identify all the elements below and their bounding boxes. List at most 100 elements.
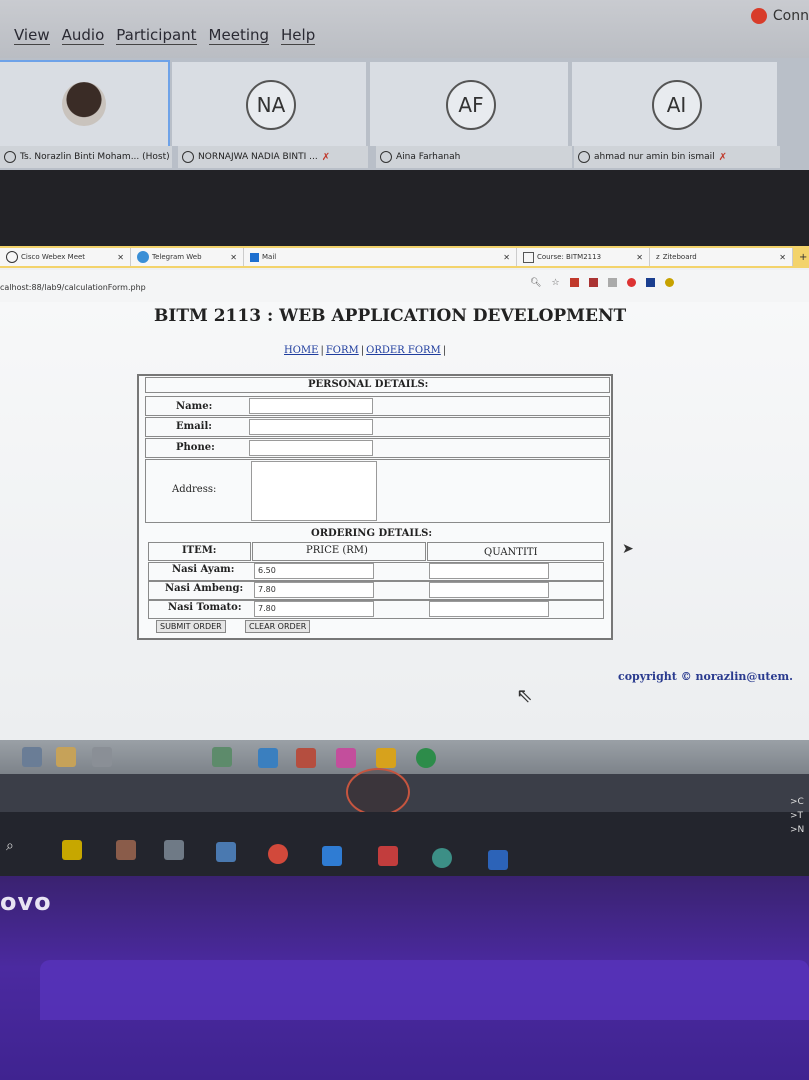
participant-name-host: Ts. Norazlin Binti Moham... (Host) bbox=[0, 146, 172, 168]
quantity-input[interactable] bbox=[429, 601, 549, 617]
extension-icon[interactable] bbox=[569, 278, 579, 287]
submit-order-button[interactable]: SUBMIT ORDER bbox=[156, 620, 226, 633]
participant-tile-na[interactable]: NA bbox=[172, 62, 366, 146]
file-explorer-icon[interactable] bbox=[62, 840, 82, 860]
photoshop-icon[interactable] bbox=[336, 748, 356, 768]
close-icon[interactable]: ✕ bbox=[222, 253, 237, 262]
tab-label: Ziteboard bbox=[662, 253, 697, 261]
spotify-icon[interactable] bbox=[416, 748, 436, 768]
extension-icon[interactable] bbox=[626, 278, 636, 287]
personal-details-header: PERSONAL DETAILS: bbox=[308, 379, 429, 390]
address-textarea[interactable] bbox=[251, 461, 377, 521]
app-icon[interactable] bbox=[296, 748, 316, 768]
participant-tile-host[interactable] bbox=[0, 60, 170, 148]
tab-mail[interactable]: Mail ✕ bbox=[244, 248, 517, 266]
ordering-details-header: ORDERING DETAILS: bbox=[311, 528, 433, 539]
email-input[interactable] bbox=[249, 419, 373, 435]
close-icon[interactable]: ✕ bbox=[628, 253, 643, 262]
mail-icon bbox=[250, 252, 259, 262]
price-column-header: PRICE (RM) bbox=[306, 545, 368, 556]
side-item: >T bbox=[790, 811, 804, 821]
name-row bbox=[145, 396, 610, 416]
tab-ziteboard[interactable]: z Ziteboard ✕ bbox=[650, 248, 793, 266]
close-icon[interactable]: ✕ bbox=[771, 253, 786, 262]
vscode-icon[interactable] bbox=[488, 850, 508, 870]
clear-order-button[interactable]: CLEAR ORDER bbox=[245, 620, 311, 633]
tab-webex[interactable]: Cisco Webex Meet ✕ bbox=[0, 248, 131, 266]
extension-icon[interactable] bbox=[645, 278, 655, 287]
name-input[interactable] bbox=[249, 398, 373, 414]
app-icon[interactable] bbox=[378, 846, 398, 866]
folder-icon[interactable] bbox=[92, 747, 112, 767]
webex-icon[interactable] bbox=[432, 848, 452, 868]
side-item: >N bbox=[790, 825, 805, 835]
participant-name: NORNAJWA NADIA BINTI ... bbox=[198, 152, 318, 162]
star-icon[interactable]: ☆ bbox=[551, 278, 559, 288]
tab-course[interactable]: Course: BITM2113 ✕ bbox=[517, 248, 650, 266]
price-input[interactable]: 7.80 bbox=[254, 601, 374, 617]
avatar: AF bbox=[446, 80, 496, 130]
chrome-icon[interactable] bbox=[268, 844, 288, 864]
tab-label: Mail bbox=[262, 253, 277, 261]
menu-view[interactable]: View bbox=[14, 26, 50, 45]
cursor-icon: ⇖ bbox=[516, 683, 533, 707]
participant-name-ai: ahmad nur amin bin ismail ✗ bbox=[574, 146, 780, 168]
skype-icon[interactable] bbox=[258, 748, 278, 768]
zoom-icon[interactable]: 🔍︎ bbox=[530, 278, 541, 288]
participant-tile-ai[interactable]: AI bbox=[572, 62, 777, 146]
extension-icon[interactable] bbox=[664, 278, 674, 287]
moodle-icon bbox=[523, 251, 534, 263]
app-icon[interactable] bbox=[376, 748, 396, 768]
home-icon[interactable] bbox=[22, 747, 42, 767]
search-icon[interactable]: ⌕ bbox=[6, 838, 26, 858]
nav-form[interactable]: FORM bbox=[326, 345, 359, 356]
price-input[interactable]: 7.80 bbox=[254, 582, 374, 598]
laptop-brand-logo: ovo bbox=[0, 888, 52, 916]
app-icon[interactable] bbox=[116, 840, 136, 860]
mic-muted-icon: ✗ bbox=[321, 151, 331, 163]
quantity-column-header: QUANTITI bbox=[484, 547, 538, 558]
menu-meeting[interactable]: Meeting bbox=[208, 26, 270, 45]
menu-help[interactable]: Help bbox=[281, 26, 316, 45]
email-row bbox=[145, 417, 610, 437]
record-icon bbox=[750, 8, 767, 24]
nav-home[interactable]: HOME bbox=[284, 345, 318, 356]
menu-participant[interactable]: Participant bbox=[116, 26, 197, 45]
tab-label: Cisco Webex Meet bbox=[21, 253, 86, 261]
app-icon[interactable] bbox=[164, 840, 184, 860]
menu-audio[interactable]: Audio bbox=[61, 26, 105, 45]
participant-tile-af[interactable]: AF bbox=[370, 62, 568, 146]
app-icon[interactable] bbox=[216, 842, 236, 862]
close-icon[interactable]: ✕ bbox=[109, 253, 124, 262]
extension-icon[interactable] bbox=[607, 278, 617, 287]
webex-tab-icon bbox=[6, 251, 18, 263]
telegram-icon bbox=[137, 251, 149, 263]
edge-icon[interactable] bbox=[322, 846, 342, 866]
price-input[interactable]: 6.50 bbox=[254, 563, 374, 579]
address-label: Address: bbox=[172, 484, 217, 495]
webex-video-background bbox=[0, 170, 809, 246]
tab-telegram[interactable]: Telegram Web ✕ bbox=[131, 248, 244, 266]
copyright-text: copyright © norazlin@utem. bbox=[618, 670, 793, 683]
avatar bbox=[62, 82, 106, 126]
excel-icon[interactable] bbox=[212, 747, 232, 767]
phone-input[interactable] bbox=[249, 440, 373, 456]
chrome-icon[interactable] bbox=[56, 747, 76, 767]
url-text[interactable]: calhost:88/lab9/calculationForm.php bbox=[0, 283, 146, 292]
participant-name-af: Aina Farhanah bbox=[376, 146, 572, 168]
quantity-input[interactable] bbox=[429, 582, 549, 598]
connect-area[interactable]: Conn bbox=[750, 8, 809, 24]
extension-icon[interactable] bbox=[588, 278, 598, 287]
participant-name: ahmad nur amin bin ismail bbox=[594, 152, 715, 162]
ziteboard-icon: z bbox=[656, 253, 660, 261]
phone-label: Phone: bbox=[176, 442, 215, 453]
quantity-input[interactable] bbox=[429, 563, 549, 579]
new-tab-button[interactable]: + bbox=[793, 252, 807, 263]
side-list: >C >T >N bbox=[790, 795, 804, 837]
nav-order-form[interactable]: ORDER FORM bbox=[366, 345, 441, 356]
mute-button[interactable] bbox=[346, 768, 410, 816]
tab-label: Telegram Web bbox=[152, 253, 202, 261]
remote-taskbar bbox=[0, 740, 809, 774]
participant-name-na: NORNAJWA NADIA BINTI ... ✗ bbox=[178, 146, 368, 168]
close-icon[interactable]: ✕ bbox=[495, 253, 510, 262]
